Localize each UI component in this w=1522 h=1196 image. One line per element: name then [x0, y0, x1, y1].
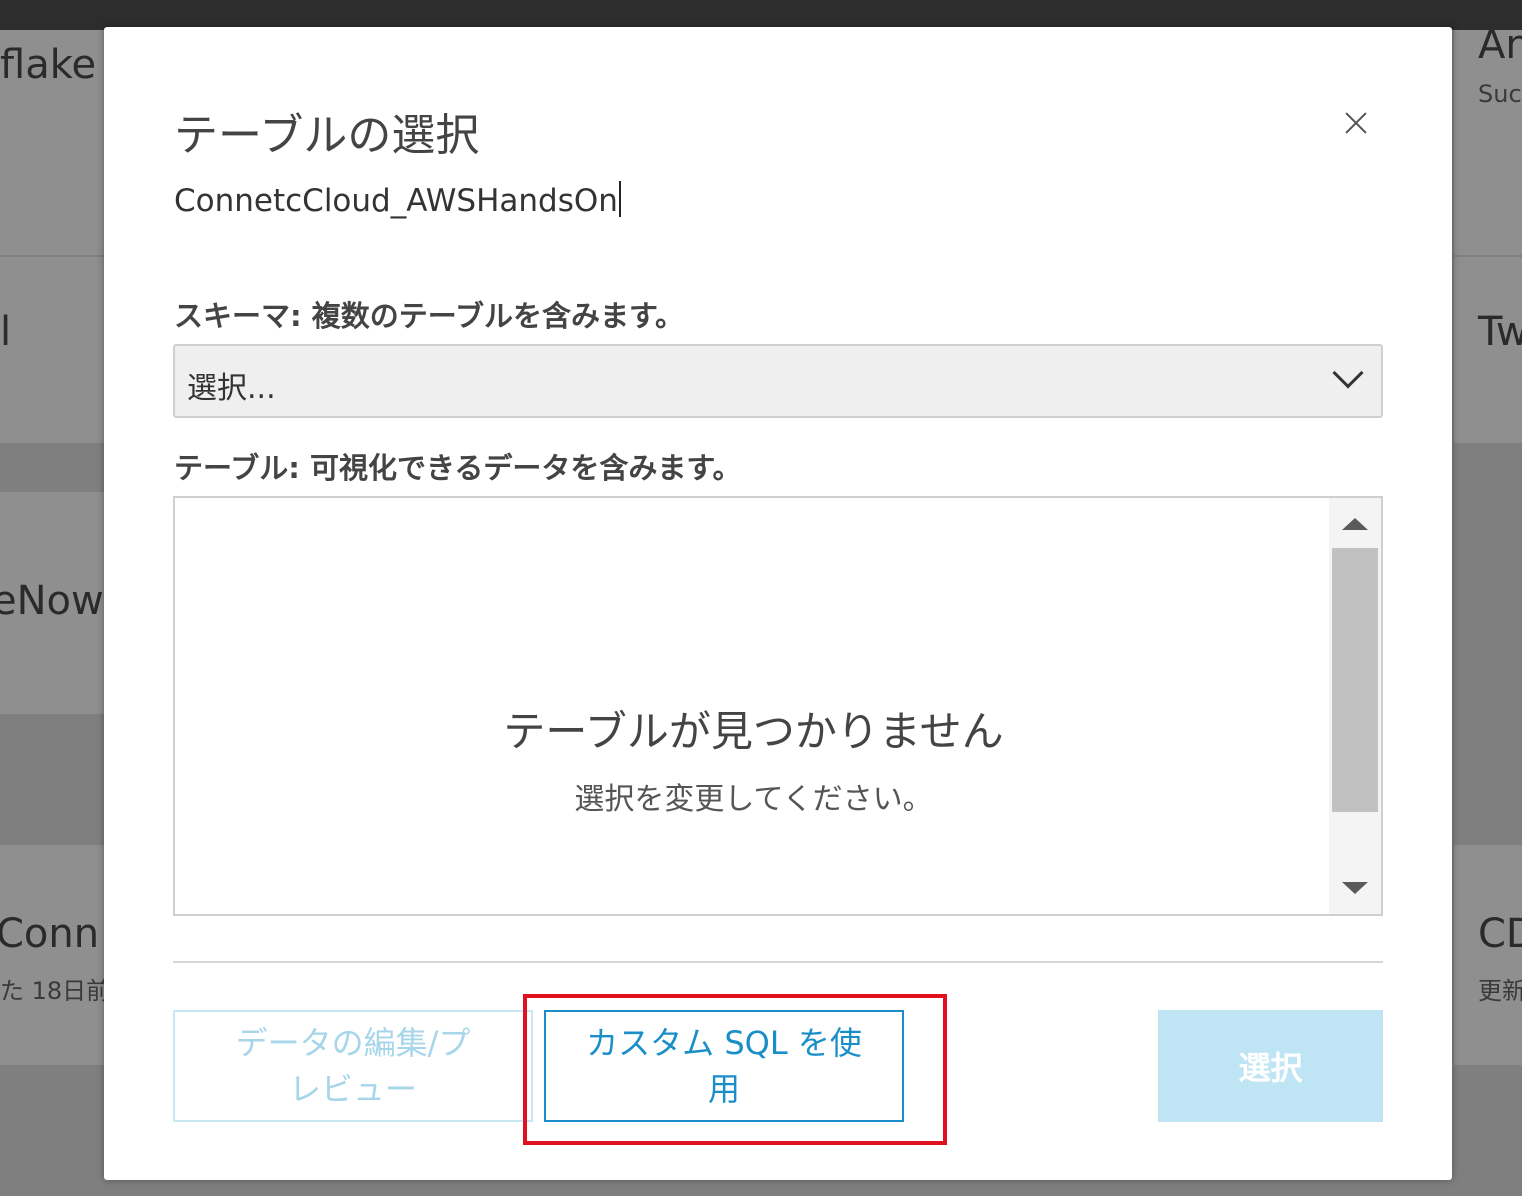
close-icon[interactable] — [1340, 107, 1372, 139]
scroll-thumb[interactable] — [1332, 548, 1378, 812]
select-button[interactable]: 選択 — [1158, 1010, 1383, 1122]
empty-state-subtitle: 選択を変更してください。 — [574, 782, 933, 817]
card-subtitle: 更新 — [1478, 977, 1522, 1005]
card-subtitle: た 18日前 — [0, 977, 111, 1005]
card-title: Tw — [1478, 309, 1522, 355]
scroll-up-arrow-icon[interactable] — [1342, 518, 1368, 530]
table-label: テーブル: 可視化できるデータを含みます。 — [174, 451, 742, 485]
schema-label: スキーマ: 複数のテーブルを含みます。 — [174, 299, 685, 333]
schema-select-value: 選択... — [187, 371, 276, 406]
card-title: An — [1478, 30, 1522, 68]
select-table-dialog: テーブルの選択 ConnetcCloud_AWSHandsOn スキーマ: 複数… — [104, 27, 1452, 1180]
datasource-card-left-3[interactable]: eNow — [0, 492, 104, 714]
edit-preview-data-label: データの編集/プ レビュー — [236, 1020, 471, 1113]
datasource-card-left-4[interactable]: Conn た 18日前 — [0, 845, 110, 1065]
chevron-down-icon — [1332, 357, 1364, 389]
edit-preview-data-label-line1: データの編集/プ — [235, 1023, 471, 1062]
table-list: テーブルが見つかりません 選択を変更してください。 — [173, 496, 1383, 916]
datasource-card-left-2[interactable]: l — [0, 257, 104, 443]
datasource-card-right-1[interactable]: An Suc — [1454, 30, 1522, 255]
top-bar — [0, 0, 1522, 30]
card-title: l — [0, 309, 12, 355]
datasource-name-text: ConnetcCloud_AWSHandsOn — [174, 183, 618, 219]
datasource-card-right-3[interactable]: CD 更新 — [1454, 845, 1522, 1065]
edit-preview-data-label-line2: レビュー — [288, 1070, 417, 1108]
card-title: flake — [0, 42, 97, 88]
card-title: eNow — [0, 578, 104, 624]
table-list-scrollbar[interactable] — [1329, 498, 1381, 914]
highlight-annotation-box — [523, 994, 947, 1145]
text-cursor — [618, 181, 621, 217]
card-subtitle: Suc — [1478, 80, 1522, 108]
card-title: CD — [1478, 911, 1522, 957]
datasource-name: ConnetcCloud_AWSHandsOn — [174, 181, 621, 219]
edit-preview-data-button[interactable]: データの編集/プ レビュー — [173, 1010, 533, 1122]
datasource-card-right-2[interactable]: Tw — [1454, 257, 1522, 443]
empty-state-title: テーブルが見つかりません — [503, 707, 1004, 756]
schema-select[interactable]: 選択... — [173, 344, 1383, 418]
card-title: Conn — [0, 911, 100, 957]
scroll-down-arrow-icon[interactable] — [1342, 882, 1368, 894]
datasource-card-left-1[interactable]: flake — [0, 30, 104, 255]
footer-divider — [173, 961, 1383, 963]
dialog-title: テーブルの選択 — [174, 110, 480, 161]
